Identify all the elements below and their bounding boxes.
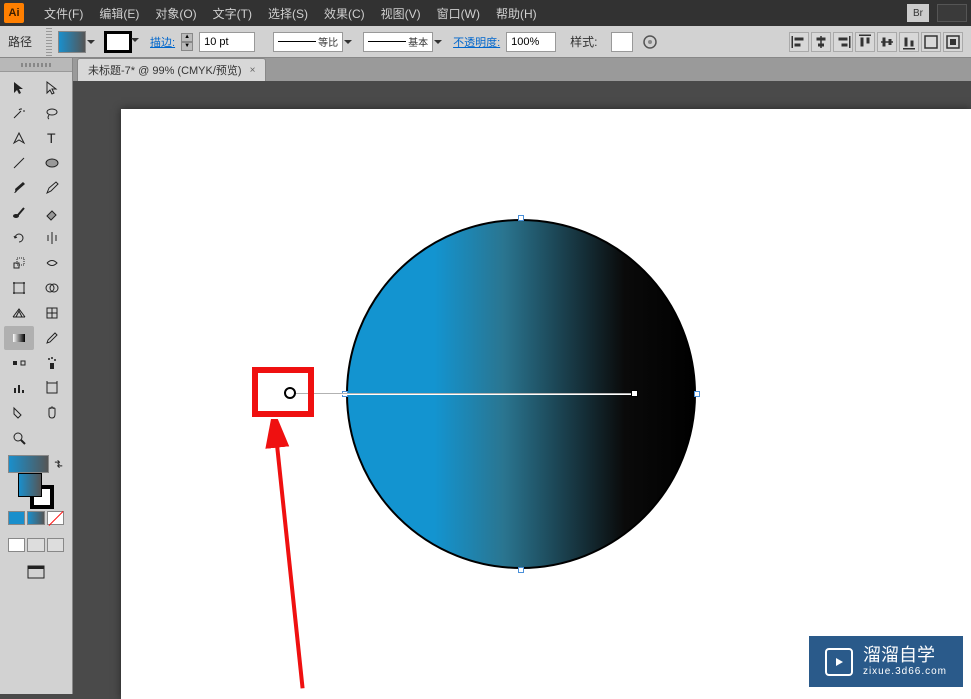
graphic-style-swatch[interactable] [611,32,633,52]
free-transform-tool[interactable] [4,276,34,300]
brush-definition[interactable]: 基本 [363,32,433,52]
svg-text:T: T [47,130,56,146]
align-bottom-icon[interactable] [899,32,919,52]
column-graph-tool[interactable] [4,376,34,400]
eyedropper-tool[interactable] [37,326,67,350]
align-left-icon[interactable] [789,32,809,52]
mesh-tool[interactable] [37,301,67,325]
gradient-annotator-line[interactable] [291,393,636,395]
eraser-tool[interactable] [37,201,67,225]
draw-behind-icon[interactable] [27,538,44,552]
blob-brush-tool[interactable] [4,201,34,225]
menu-type[interactable]: 文字(T) [205,5,260,22]
selection-type-label: 路径 [8,33,40,50]
close-icon[interactable]: × [250,65,256,76]
bridge-button[interactable]: Br [907,4,929,22]
menu-select[interactable]: 选择(S) [260,5,316,22]
direct-selection-tool[interactable] [37,76,67,100]
selection-handle-top[interactable] [518,215,524,221]
align-right-icon[interactable] [833,32,853,52]
stroke-label[interactable]: 描边: [150,34,175,50]
paintbrush-tool[interactable] [4,176,34,200]
ellipse-tool[interactable] [37,151,67,175]
scale-tool[interactable] [4,251,34,275]
color-mode-none[interactable] [47,511,64,525]
swap-icon [53,458,64,470]
menubar: Ai 文件(F) 编辑(E) 对象(O) 文字(T) 选择(S) 效果(C) 视… [0,0,971,26]
fill-stroke-indicator[interactable] [4,478,68,504]
app-logo: Ai [4,3,24,23]
pen-tool[interactable] [4,126,34,150]
symbol-sprayer-tool[interactable] [37,351,67,375]
magic-wand-tool[interactable] [4,101,34,125]
stroke-weight-stepper[interactable]: ▲▼ [181,33,193,51]
tools-panel: T [0,58,73,694]
reflect-tool[interactable] [37,226,67,250]
style-label: 样式: [570,33,605,50]
transform-panel-icon[interactable] [921,32,941,52]
tools-panel-grip[interactable] [0,58,72,72]
draw-normal-icon[interactable] [8,538,25,552]
color-mode-gradient[interactable] [27,511,44,525]
selection-handle-bottom[interactable] [518,567,524,573]
opacity-label[interactable]: 不透明度: [453,34,500,50]
artboard-tool[interactable] [37,376,67,400]
artboard: 溜溜自学 zixue.3d66.com [121,109,971,699]
width-tool[interactable] [37,251,67,275]
fill-color-swatch[interactable] [58,31,86,53]
shape-builder-tool[interactable] [37,276,67,300]
control-bar: 路径 描边: ▲▼ 10 pt 等比 基本 不透明度: 100% 样式: [0,26,971,58]
annotation-arrow [259,419,319,699]
canvas-viewport[interactable]: 溜溜自学 zixue.3d66.com [73,81,971,699]
menu-effect[interactable]: 效果(C) [316,5,373,22]
menu-window[interactable]: 窗口(W) [429,5,488,22]
watermark-badge: 溜溜自学 zixue.3d66.com [809,636,963,687]
menu-edit[interactable]: 编辑(E) [91,5,147,22]
gradient-tool[interactable] [4,326,34,350]
align-panel-group [789,32,963,52]
lasso-tool[interactable] [37,101,67,125]
divider [46,28,52,56]
zoom-tool[interactable] [4,426,34,450]
draw-inside-icon[interactable] [47,538,64,552]
menu-help[interactable]: 帮助(H) [488,5,545,22]
menu-object[interactable]: 对象(O) [147,5,204,22]
selection-handle-right[interactable] [694,391,700,397]
stroke-weight-input[interactable]: 10 pt [199,32,255,52]
variable-width-profile[interactable]: 等比 [273,32,343,52]
watermark-subtitle: zixue.3d66.com [863,666,947,677]
pencil-tool[interactable] [37,176,67,200]
document-tab-bar: 未标题-7* @ 99% (CMYK/预览) × [73,58,971,81]
document-tab-title: 未标题-7* @ 99% (CMYK/预览) [88,62,242,78]
workspace-switcher[interactable] [937,4,967,22]
line-tool[interactable] [4,151,34,175]
menu-view[interactable]: 视图(V) [373,5,429,22]
document-tab[interactable]: 未标题-7* @ 99% (CMYK/预览) × [77,58,266,81]
draw-mode-row [4,532,68,558]
selection-tool[interactable] [4,76,34,100]
align-top-icon[interactable] [855,32,875,52]
watermark-title: 溜溜自学 [863,646,947,666]
play-icon [825,648,853,676]
recolor-artwork-icon[interactable] [639,31,661,53]
annotation-highlight-box [252,367,314,417]
stroke-color-swatch[interactable] [104,31,132,53]
isolate-mode-icon[interactable] [943,32,963,52]
screen-mode-button[interactable] [4,559,68,585]
align-vcenter-icon[interactable] [877,32,897,52]
rotate-tool[interactable] [4,226,34,250]
opacity-input[interactable]: 100% [506,32,556,52]
menu-file[interactable]: 文件(F) [36,5,91,22]
gradient-end-handle[interactable] [631,390,638,397]
align-hcenter-icon[interactable] [811,32,831,52]
perspective-grid-tool[interactable] [4,301,34,325]
slice-tool[interactable] [4,401,34,425]
color-mode-solid[interactable] [8,511,25,525]
type-tool[interactable]: T [37,126,67,150]
blend-tool[interactable] [4,351,34,375]
hand-tool[interactable] [37,401,67,425]
document-area: 未标题-7* @ 99% (CMYK/预览) × [73,58,971,694]
